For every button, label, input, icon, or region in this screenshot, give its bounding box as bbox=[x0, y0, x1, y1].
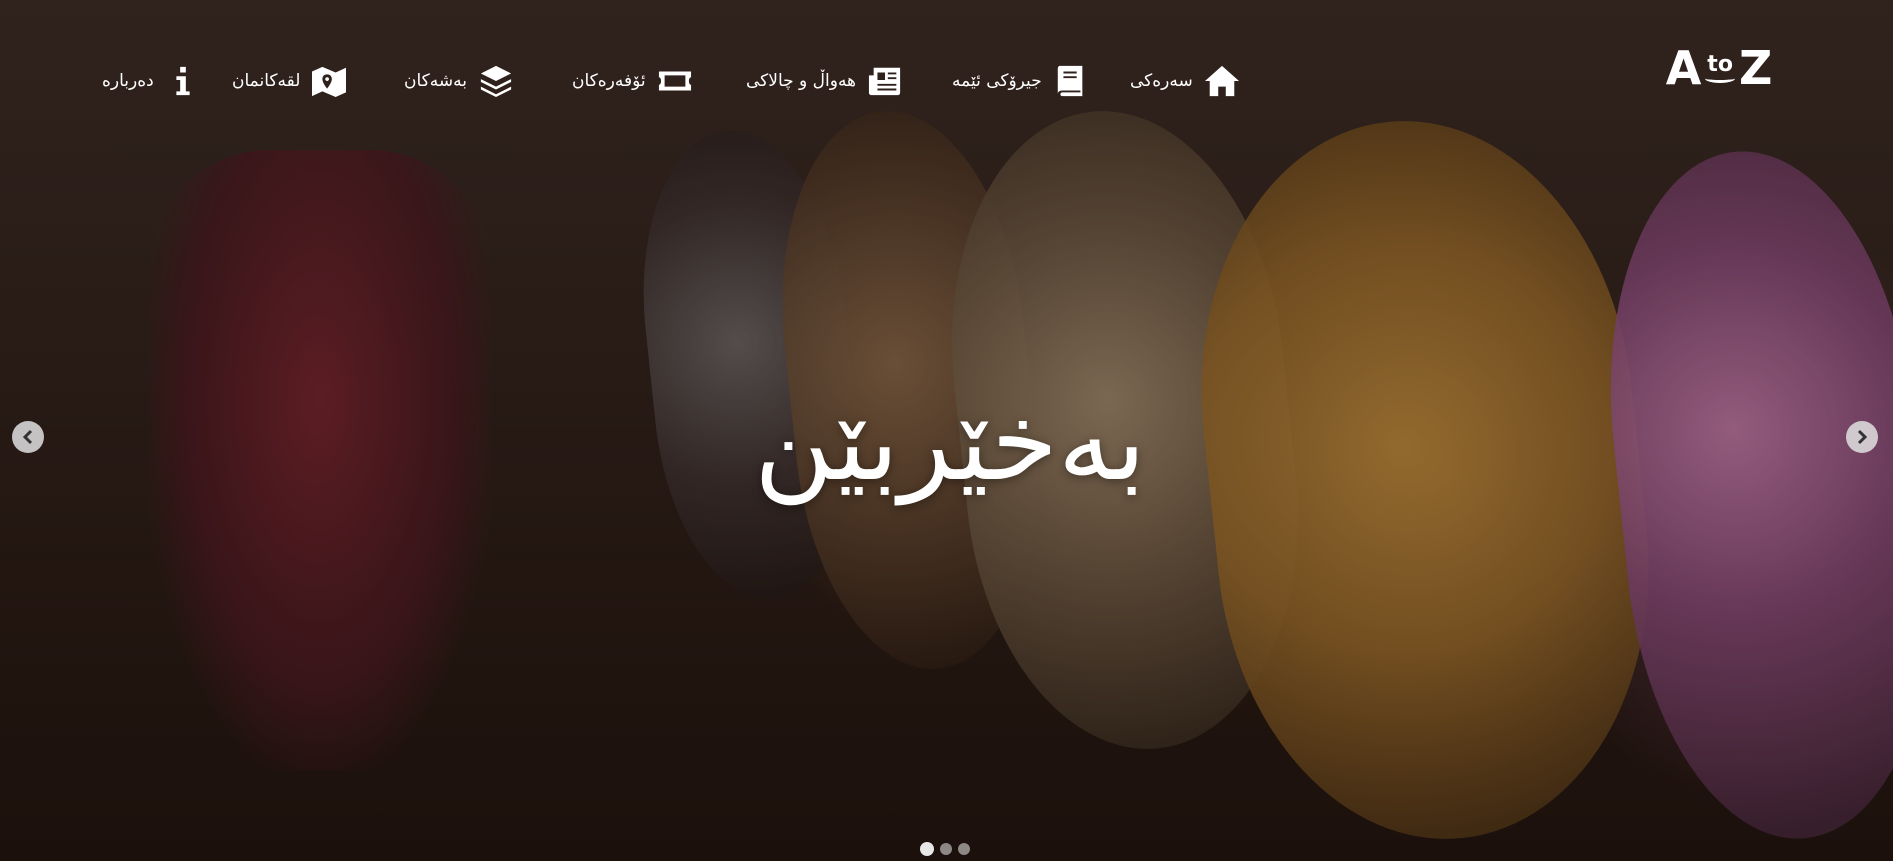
nav-item-about[interactable]: دەربارە bbox=[102, 62, 202, 100]
hero-title: بەخێربێن bbox=[754, 380, 1146, 505]
ticket-icon bbox=[658, 71, 691, 91]
chevron-right-icon bbox=[1857, 429, 1868, 445]
carousel-indicators bbox=[920, 842, 970, 856]
carousel-prev-button[interactable] bbox=[12, 421, 44, 453]
carousel-indicator-3[interactable] bbox=[958, 843, 970, 855]
brand-logo[interactable]: A to Z bbox=[1656, 44, 1782, 92]
nav-item-news[interactable]: هەواڵ و چالاکی bbox=[746, 62, 904, 100]
book-icon bbox=[1057, 65, 1083, 97]
logo-letter-z: Z bbox=[1738, 41, 1773, 95]
nav-item-label: جیرۆکی ئێمە bbox=[952, 71, 1042, 91]
nav-item-branches[interactable]: لقەکانمان bbox=[232, 62, 348, 100]
info-icon bbox=[176, 66, 190, 96]
nav-item-label: لقەکانمان bbox=[232, 71, 301, 91]
nav-item-departments[interactable]: بەشەکان bbox=[404, 62, 515, 100]
layers-icon bbox=[480, 65, 512, 98]
nav-item-label: هەواڵ و چالاکی bbox=[746, 71, 857, 91]
newspaper-icon bbox=[868, 67, 901, 96]
home-icon bbox=[1204, 65, 1239, 97]
nav-item-label: سەرەکی bbox=[1130, 71, 1193, 91]
chevron-left-icon bbox=[22, 429, 33, 445]
top-navbar: A to Z سەرەکی جیرۆکی ئێمە هەواڵ و چالاکی… bbox=[0, 0, 1893, 160]
carousel-indicator-1[interactable] bbox=[920, 842, 934, 856]
nav-item-label: دەربارە bbox=[102, 71, 154, 91]
logo-to: to bbox=[1705, 51, 1735, 83]
nav-item-home[interactable]: سەرەکی bbox=[1130, 62, 1241, 100]
map-icon bbox=[312, 66, 347, 98]
carousel-next-button[interactable] bbox=[1846, 421, 1878, 453]
logo-letter-a: A bbox=[1665, 41, 1702, 95]
nav-item-label: بەشەکان bbox=[404, 71, 467, 91]
nav-item-our-story[interactable]: جیرۆکی ئێمە bbox=[952, 62, 1090, 100]
nav-item-offers[interactable]: ئۆفەرەکان bbox=[572, 62, 694, 100]
carousel-indicator-2[interactable] bbox=[940, 843, 952, 855]
nav-item-label: ئۆفەرەکان bbox=[572, 71, 646, 91]
